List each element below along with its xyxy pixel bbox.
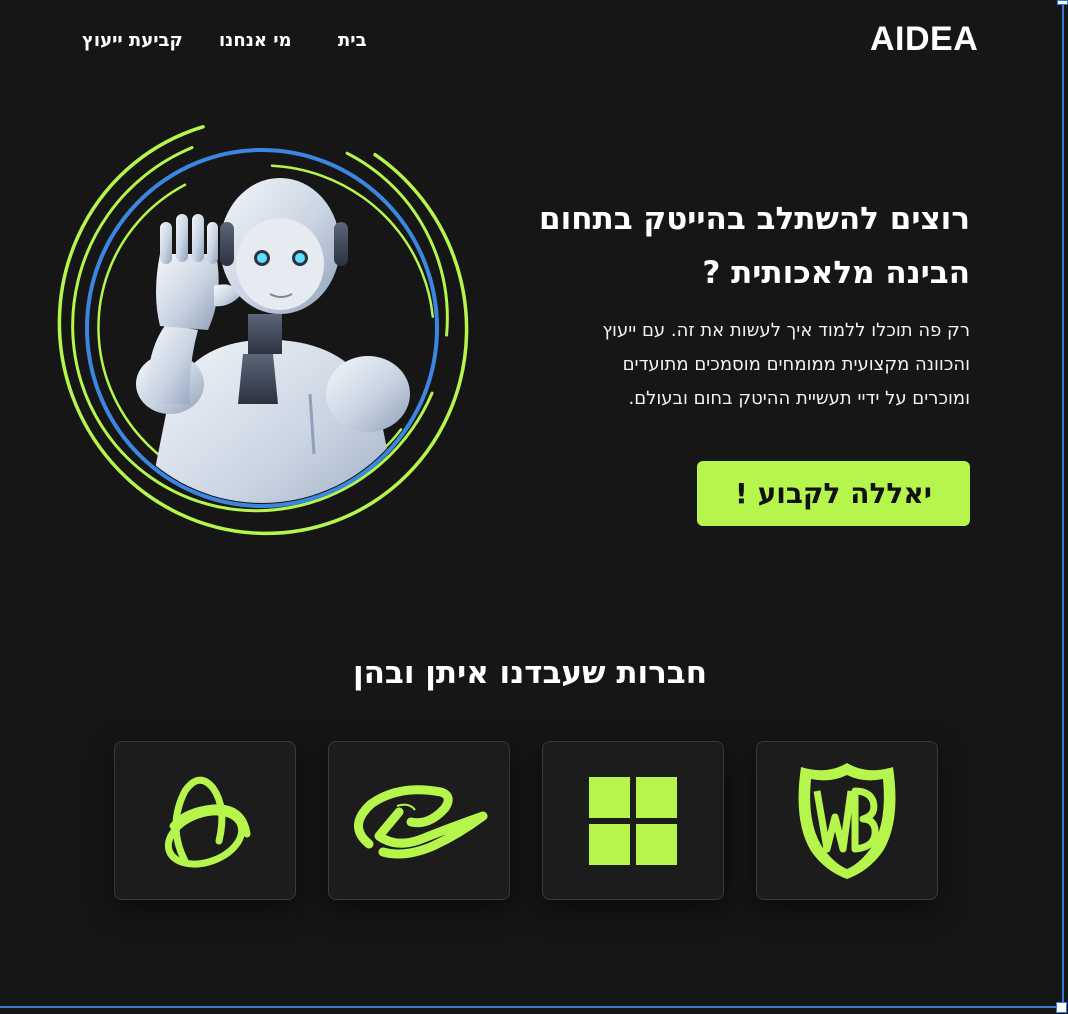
alibaba-logo-icon: [354, 784, 488, 858]
selection-frame-right: [1062, 0, 1064, 1010]
robot-illustration: [57, 116, 469, 536]
hero-description-line-3: ומוכרים על ידיי תעשיית ההיטק בחום ובעולם…: [628, 388, 970, 409]
hero-title-line-2: הבינה מלאכותית ?: [702, 255, 970, 291]
atom-orbit-logo-icon: [164, 776, 251, 868]
nav-link-book-consultation[interactable]: קביעת ייעוץ: [82, 30, 183, 51]
book-now-button[interactable]: יאללה לקבוע !: [697, 461, 970, 526]
hero-description: רק פה תוכלו ללמוד איך לעשות את זה. עם יי…: [540, 314, 970, 416]
companies-section-title: חברות שעבדנו איתן ובהן: [352, 655, 708, 691]
nav-link-home[interactable]: בית: [338, 30, 367, 51]
selection-frame-bottom: [0, 1006, 1064, 1008]
landing-page: AIDEA בית מי אנחנו קביעת ייעוץ רוצים להש…: [0, 0, 1068, 1014]
company-card-atom: [114, 741, 296, 900]
resize-handle-top[interactable]: [1057, 0, 1068, 5]
windows-logo-icon: [589, 776, 677, 865]
brand-logo[interactable]: AIDEA: [870, 20, 978, 59]
nav-link-about[interactable]: מי אנחנו: [219, 30, 292, 51]
company-card-warner-bros: [756, 741, 938, 900]
hero-description-line-1: רק פה תוכלו ללמוד איך לעשות את זה. עם יי…: [602, 320, 970, 341]
hero-description-line-2: והכוונה מקצועית ממומחים מוסמכים מתועדים: [622, 354, 970, 375]
resize-handle-bottom[interactable]: [1056, 1002, 1067, 1013]
company-card-alibaba: [328, 741, 510, 900]
warner-bros-logo-icon: [798, 762, 896, 879]
hero-title-line-1: רוצים להשתלב בהייטק בתחום: [539, 201, 970, 237]
robot-figure: [136, 178, 410, 503]
company-card-windows: [542, 741, 724, 900]
hero-title: רוצים להשתלב בהייטק בתחום הבינה מלאכותית…: [510, 192, 970, 300]
